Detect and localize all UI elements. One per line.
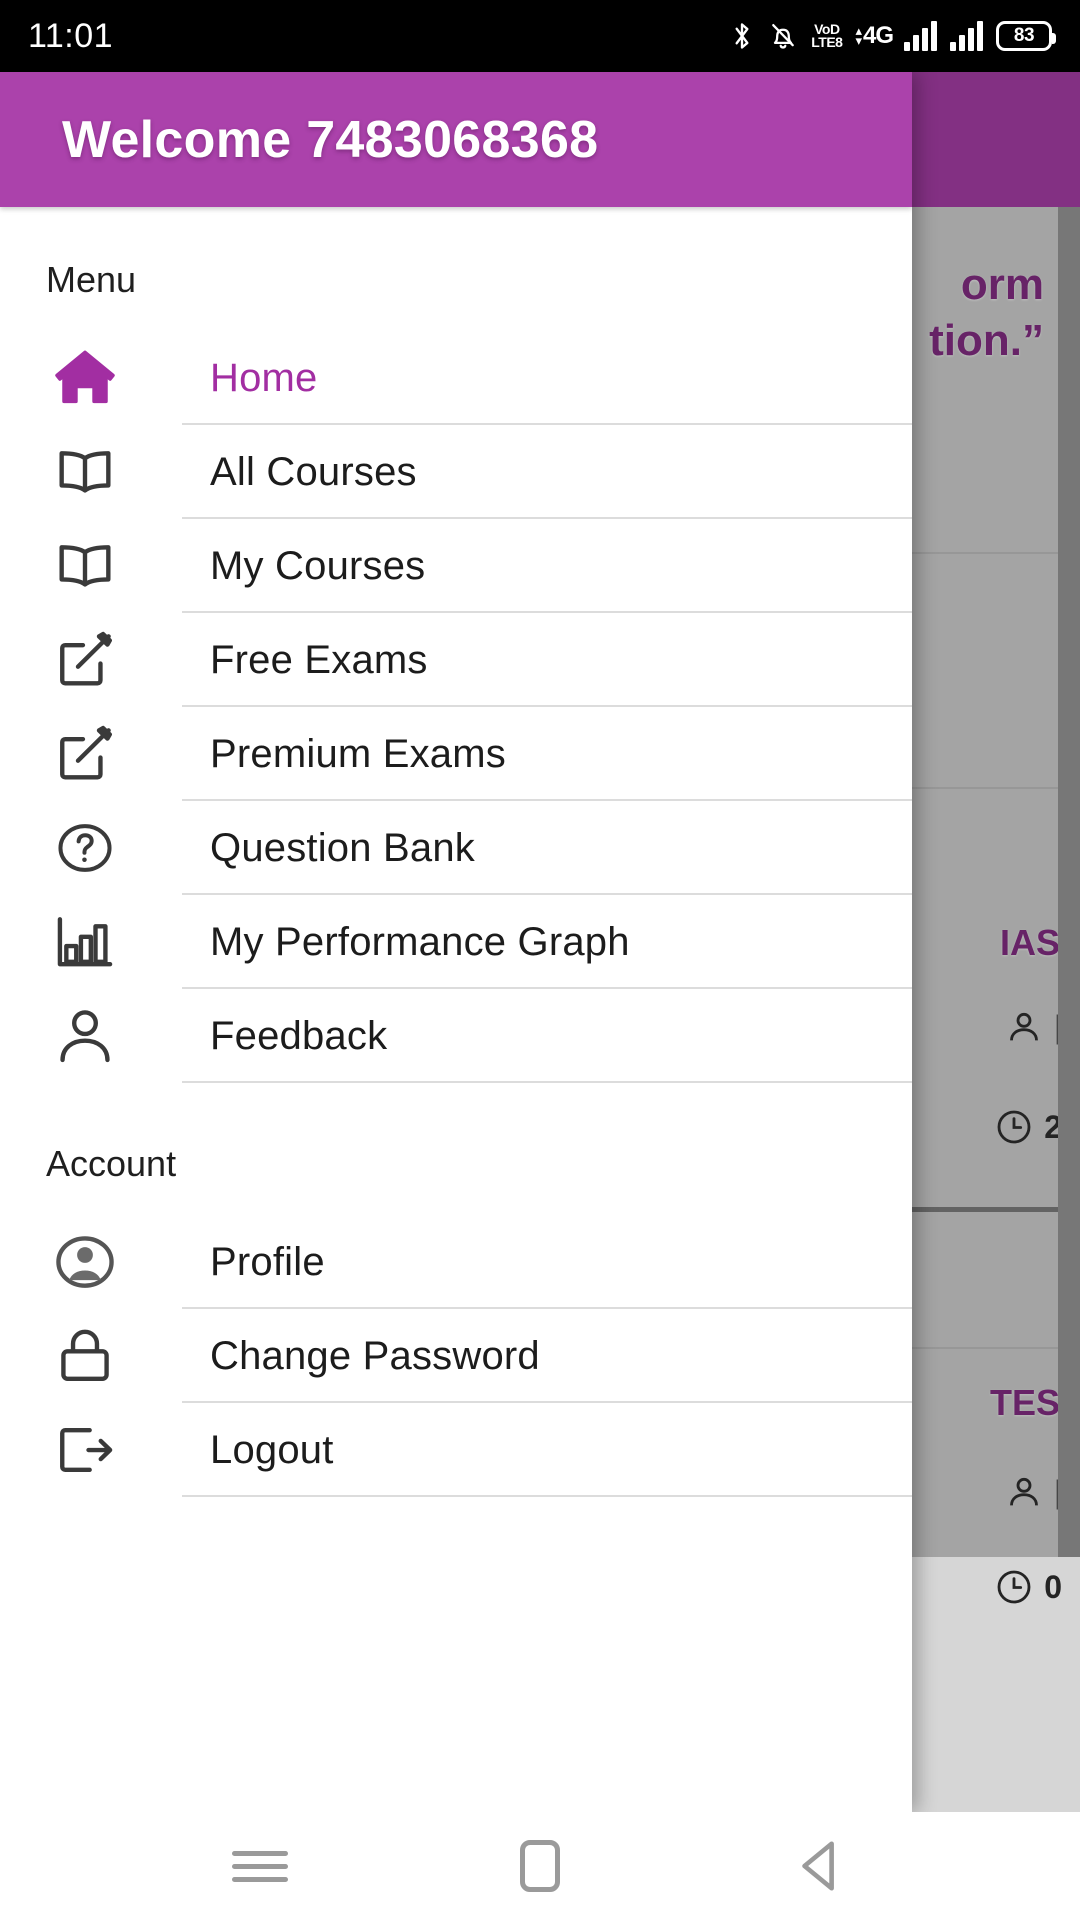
bar-chart-icon xyxy=(46,903,124,981)
status-time: 11:01 xyxy=(28,16,114,55)
bluetooth-icon xyxy=(729,20,755,52)
menu-item-profile[interactable]: Profile xyxy=(0,1215,912,1309)
logout-icon xyxy=(46,1411,124,1489)
menu-item-label: Feedback xyxy=(210,1013,388,1058)
network-type-icon: ▴ ▾ 4G xyxy=(855,22,894,50)
menu-section-label: Menu xyxy=(46,259,137,300)
person-icon xyxy=(46,997,124,1075)
menu-item-home[interactable]: Home xyxy=(0,331,912,425)
menu-item-my-courses[interactable]: My Courses xyxy=(0,519,912,613)
menu-item-my-performance-graph[interactable]: My Performance Graph xyxy=(0,895,912,989)
account-section-label: Account xyxy=(46,1143,177,1184)
menu-item-label: Free Exams xyxy=(210,637,428,682)
drawer-header: Welcome 7483068368 xyxy=(0,72,912,207)
book-open-icon xyxy=(46,433,124,511)
menu-item-label: Home xyxy=(210,355,318,400)
edit-square-icon xyxy=(46,715,124,793)
divider xyxy=(182,1495,912,1497)
app-screen: ormtion.” IAS | xyxy=(0,0,1080,1920)
menu-item-free-exams[interactable]: Free Exams xyxy=(0,613,912,707)
menu-item-label: Question Bank xyxy=(210,825,475,870)
divider xyxy=(182,1081,912,1083)
account-list: Profile Change Password Logout xyxy=(0,1215,912,1497)
menu-item-label: Change Password xyxy=(210,1333,540,1378)
network-type-label: 4G xyxy=(862,22,894,49)
menu-item-question-bank[interactable]: Question Bank xyxy=(0,801,912,895)
welcome-title: Welcome 7483068368 xyxy=(62,110,599,169)
menu-list: Home All Courses My Courses Free Exams P… xyxy=(0,331,912,1083)
menu-item-label: Profile xyxy=(210,1239,325,1284)
notifications-muted-icon xyxy=(768,20,798,52)
back-button[interactable] xyxy=(760,1812,880,1920)
book-open-icon xyxy=(46,527,124,605)
recents-icon xyxy=(232,1843,288,1890)
battery-percent-label: 83 xyxy=(1013,25,1035,46)
home-square-icon xyxy=(520,1840,560,1892)
menu-item-logout[interactable]: Logout xyxy=(0,1403,912,1497)
status-icons: VoD LTE8 ▴ ▾ 4G 83 xyxy=(729,20,1056,52)
account-circle-icon xyxy=(46,1223,124,1301)
back-triangle-icon xyxy=(794,1837,846,1895)
signal-sim2-icon xyxy=(950,21,983,51)
edit-square-icon xyxy=(46,621,124,699)
menu-item-label: My Courses xyxy=(210,543,426,588)
menu-item-change-password[interactable]: Change Password xyxy=(0,1309,912,1403)
menu-item-label: Premium Exams xyxy=(210,731,506,776)
signal-sim1-icon xyxy=(904,21,937,51)
volte-icon: VoD LTE8 xyxy=(811,22,843,50)
battery-icon: 83 xyxy=(996,21,1056,51)
home-button[interactable] xyxy=(480,1812,600,1920)
menu-item-all-courses[interactable]: All Courses xyxy=(0,425,912,519)
navigation-drawer: Welcome 7483068368 Menu Home All Courses… xyxy=(0,72,912,1812)
home-icon xyxy=(46,339,124,417)
volte-bottom-label: LTE8 xyxy=(811,34,843,50)
help-circle-icon xyxy=(46,809,124,887)
menu-item-label: Logout xyxy=(210,1427,334,1472)
menu-item-label: All Courses xyxy=(210,449,417,494)
lock-icon xyxy=(46,1317,124,1395)
menu-item-feedback[interactable]: Feedback xyxy=(0,989,912,1083)
menu-item-premium-exams[interactable]: Premium Exams xyxy=(0,707,912,801)
android-nav-bar xyxy=(0,1812,1080,1920)
menu-item-label: My Performance Graph xyxy=(210,919,630,964)
data-transfer-icon: ▴ ▾ xyxy=(855,22,862,48)
status-bar: 11:01 VoD LTE8 ▴ ▾ 4G 83 xyxy=(0,0,1080,72)
recents-button[interactable] xyxy=(200,1812,320,1920)
